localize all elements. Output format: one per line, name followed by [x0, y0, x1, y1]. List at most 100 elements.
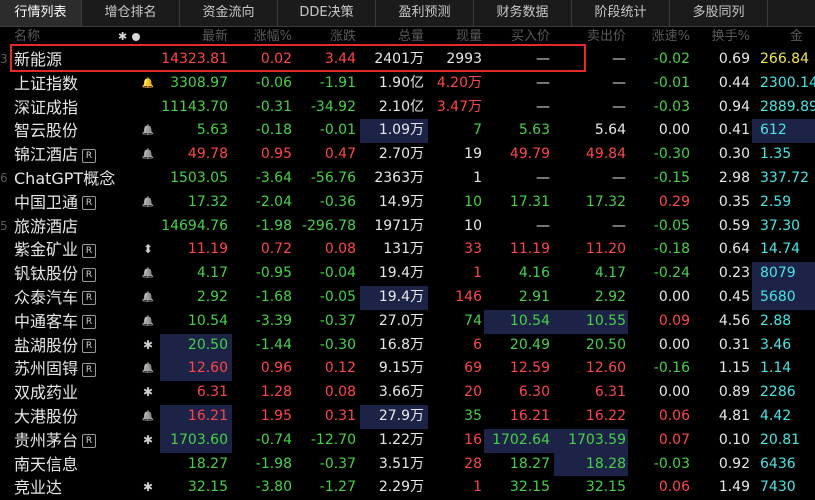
- stock-name[interactable]: 苏州固锝 R: [14, 357, 124, 381]
- stock-name-text: 旅游酒店: [14, 216, 79, 236]
- cell-speed: -0.03: [653, 455, 690, 472]
- tab-4[interactable]: 盈利预测: [376, 0, 474, 26]
- cell-speed: -0.15: [653, 169, 690, 186]
- cell-ask: 5.64: [594, 122, 626, 139]
- cell-ask: —: [612, 98, 626, 115]
- row-index: [0, 429, 10, 453]
- tab-2[interactable]: 资金流向: [180, 0, 278, 26]
- tab-5[interactable]: 财务数据: [474, 0, 572, 26]
- header-amount[interactable]: 金: [790, 27, 815, 47]
- table-row[interactable]: 锦江酒店 R 🔔 49.78 0.95 0.47 2.70万 19 49.79 49.84 -0.3…: [0, 143, 815, 167]
- stock-name[interactable]: 大港股份: [14, 405, 124, 429]
- cell-speed: 0.29: [658, 193, 690, 210]
- none-icon: [140, 453, 156, 477]
- stock-name[interactable]: 钒钛股份 R: [14, 262, 124, 286]
- cell-vol: 3.51万: [378, 455, 424, 472]
- cell-bid: 2.91: [518, 288, 550, 305]
- table-row[interactable]: 贵州茅台 R ✱ 1703.60 -0.74 -12.70 1.22万 16 1702.64 17…: [0, 428, 815, 453]
- cell-price: 17.32: [187, 193, 228, 210]
- table-row[interactable]: 上证指数 🔔 3308.97 -0.06 -1.91 1.90亿 4.20万 — — -0.01 0…: [0, 72, 815, 96]
- r-badge-icon: R: [82, 291, 97, 306]
- bell-icon: 🔔: [141, 149, 155, 161]
- stock-name[interactable]: 贵州茅台 R: [14, 429, 124, 453]
- cell-turn: 0.44: [718, 74, 750, 91]
- stock-name-text: 钒钛股份: [14, 264, 79, 284]
- table-row[interactable]: 紫金矿业 R ⬍ 11.19 0.72 0.08 131万 33 11.19 11.20 -0.18…: [0, 238, 815, 262]
- stock-name[interactable]: 双成药业: [14, 381, 124, 405]
- table-row[interactable]: 盐湖股份 R ✱ 20.50 -1.44 -0.30 16.8万 6 20.49 20.50 0.0…: [0, 333, 815, 358]
- cell-bid: 11.19: [509, 241, 550, 258]
- cell-amt: 2.88: [760, 312, 792, 329]
- stock-name[interactable]: 中通客车 R: [14, 310, 124, 334]
- bell-red-icon: 🔔: [141, 77, 155, 89]
- cell-chg: -0.37: [319, 312, 356, 329]
- cell-speed: 0.00: [658, 336, 690, 353]
- table-row[interactable]: 5 旅游酒店 14694.76 -1.98 -296.78 1971万 10 — — -0.05 0…: [0, 215, 815, 239]
- cell-chg: 0.08: [324, 241, 356, 258]
- table-row[interactable]: 深证成指 11143.70 -0.31 -34.92 2.10亿 3.47万 — — -0.03…: [0, 96, 815, 120]
- row-index: [0, 191, 10, 215]
- stock-name[interactable]: 盐湖股份 R: [14, 334, 124, 358]
- cell-chg: -1.91: [319, 74, 356, 91]
- table-row[interactable]: 大港股份 🔔 16.21 1.95 0.31 27.9万 35 16.21 16.22 0.06 4…: [0, 404, 815, 429]
- tab-7[interactable]: 多股同列: [670, 0, 768, 26]
- tab-0[interactable]: 行情列表: [0, 0, 82, 26]
- cell-ask: 1703.59: [568, 431, 626, 448]
- stock-name[interactable]: ChatGPT概念: [14, 167, 124, 191]
- bell-icon: 🔔: [141, 291, 155, 303]
- tab-3[interactable]: DDE决策: [278, 0, 376, 26]
- cell-chg: -1.27: [319, 479, 356, 496]
- cell-ask: 4.17: [594, 265, 626, 282]
- stock-name[interactable]: 南天信息: [14, 453, 124, 477]
- star-icon: ✱: [142, 337, 154, 352]
- cell-vol: 19.4万: [378, 265, 424, 282]
- stock-name-text: 大港股份: [14, 406, 79, 426]
- tab-6[interactable]: 阶段统计: [572, 0, 670, 26]
- cell-turn: 0.89: [718, 384, 750, 401]
- row-index: [0, 357, 10, 381]
- cell-turn: 0.31: [718, 336, 750, 353]
- table-row[interactable]: 众泰汽车 R 🔔 2.92 -1.68 -0.05 19.4万 146 2.91 2.92 0.00…: [0, 285, 815, 310]
- star-icon: ✱: [142, 432, 154, 447]
- stock-name[interactable]: 深证成指: [14, 96, 124, 120]
- table-row[interactable]: 6 ChatGPT概念 1503.05 -3.64 -56.76 2363万 1 — — -0.1…: [0, 167, 815, 191]
- stock-name[interactable]: 众泰汽车 R: [14, 286, 124, 310]
- stock-name[interactable]: 旅游酒店: [14, 215, 124, 239]
- bell-icon: 🔔: [141, 363, 155, 375]
- stock-name-text: 智云股份: [14, 121, 79, 141]
- cell-chg: -34.92: [310, 98, 356, 115]
- table-row[interactable]: 竞业达 ✱ 32.15 -3.80 -1.27 2.29万 1 32.15 32.15 0.06 1…: [0, 476, 815, 500]
- stock-name[interactable]: 中国卫通 R: [14, 191, 124, 215]
- bell-icon: 🔔: [141, 268, 155, 280]
- cell-speed: -0.05: [653, 217, 690, 234]
- table-row[interactable]: 智云股份 🔔 5.63 -0.18 -0.01 1.09万 7 5.63 5.64 0.00 0.4…: [0, 119, 815, 144]
- cell-cur: 7: [473, 122, 482, 139]
- cell-amt: 266.84: [760, 51, 809, 67]
- stock-name[interactable]: 紫金矿业 R: [14, 238, 124, 262]
- stock-name[interactable]: 竞业达: [14, 476, 124, 500]
- stock-name[interactable]: 智云股份: [14, 119, 124, 143]
- table-row[interactable]: 苏州固锝 R 🔔 12.60 0.96 0.12 9.15万 69 12.59 12.60 -0.1…: [0, 357, 815, 382]
- table-row[interactable]: 南天信息 18.27 -1.98 -0.37 3.51万 28 18.27 18.28 -0.0…: [0, 452, 815, 477]
- r-badge-icon: R: [82, 434, 97, 449]
- tab-1[interactable]: 增仓排名: [82, 0, 180, 26]
- cell-amt: 2.59: [760, 193, 792, 210]
- quote-table: 3 新能源 14323.81 0.02 3.44 2401万 2993— — -0.02 0.69…: [0, 48, 815, 500]
- cell-cur: 16: [464, 431, 482, 448]
- table-row[interactable]: 钒钛股份 R 🔔 4.17 -0.95 -0.04 19.4万 1 4.16 4.17 -0.24 0…: [0, 262, 815, 286]
- stock-name[interactable]: 锦江酒店 R: [14, 143, 124, 167]
- header-speed[interactable]: 涨速%: [630, 27, 690, 47]
- cell-ask: 12.60: [585, 360, 626, 377]
- table-row[interactable]: 中通客车 R 🔔 10.54 -3.39 -0.37 27.0万 74 10.54 10.55 0.…: [0, 309, 815, 334]
- cell-vol: 27.9万: [378, 407, 424, 424]
- stock-name-text: 盐湖股份: [14, 335, 79, 355]
- cell-price: 4.17: [196, 265, 228, 282]
- cell-turn: 4.81: [718, 407, 750, 424]
- cell-speed: 0.07: [658, 431, 690, 448]
- table-row[interactable]: 双成药业 ✱ 6.31 1.28 0.08 3.66万 20 6.30 6.31 0.00 0.89…: [0, 381, 815, 405]
- header-turn[interactable]: 换手%: [694, 27, 750, 47]
- cell-pct: -3.39: [255, 312, 292, 329]
- stock-name-text: 南天信息: [14, 454, 79, 474]
- table-row[interactable]: 中国卫通 R 🔔 17.32 -2.04 -0.36 14.9万 10 17.31 17.32 0.…: [0, 191, 815, 215]
- stock-name[interactable]: 上证指数: [14, 72, 124, 96]
